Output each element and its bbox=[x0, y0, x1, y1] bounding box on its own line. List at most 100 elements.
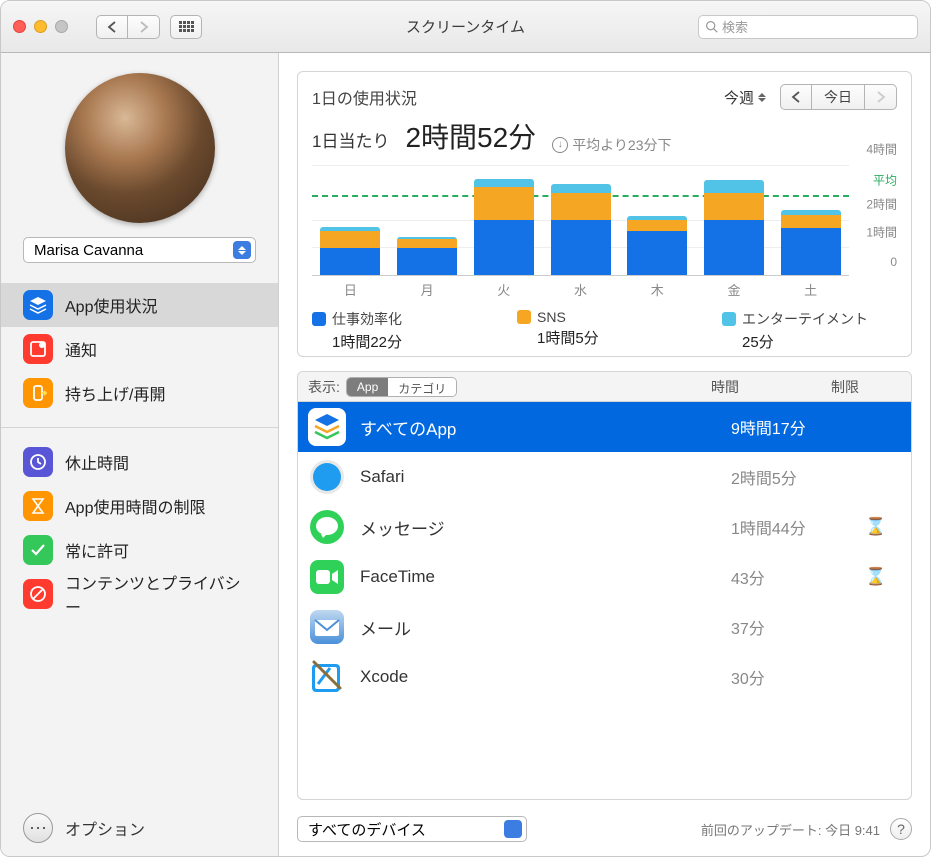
y-tick-label: 4時間 bbox=[866, 141, 897, 158]
legend-entry: SNS bbox=[517, 309, 692, 325]
app-name: FaceTime bbox=[360, 567, 731, 587]
app-row[interactable]: Xcode30分 bbox=[298, 652, 911, 702]
search-input[interactable]: 検索 bbox=[698, 15, 918, 39]
date-today-button[interactable]: 今日 bbox=[812, 84, 865, 110]
y-tick-label: 1時間 bbox=[866, 223, 897, 240]
user-select-label: Marisa Cavanna bbox=[34, 242, 143, 259]
sidebar-item[interactable]: 通知 bbox=[1, 327, 278, 371]
legend-entry: 仕事効率化 bbox=[312, 309, 487, 329]
grid-icon bbox=[179, 21, 194, 32]
app-table-panel: 表示: App カテゴリ 時間 制限 すべてのApp9時間17分Safari2時… bbox=[297, 371, 912, 800]
user-select[interactable]: Marisa Cavanna bbox=[23, 237, 256, 263]
check-icon bbox=[23, 535, 53, 565]
app-name: Safari bbox=[360, 467, 731, 487]
bell-square-icon bbox=[23, 334, 53, 364]
date-prev-button[interactable] bbox=[780, 84, 812, 110]
usage-section-title: 1日の使用状況 bbox=[312, 85, 417, 109]
window-title: スクリーンタイム bbox=[406, 16, 525, 37]
chevron-left-icon bbox=[791, 91, 801, 103]
sidebar-divider bbox=[1, 427, 278, 428]
app-name: Xcode bbox=[360, 667, 731, 687]
app-time: 30分 bbox=[731, 665, 851, 689]
legend-value: 1時間22分 bbox=[332, 331, 487, 352]
sidebar-item-label: 常に許可 bbox=[65, 538, 129, 562]
x-tick-label: 日 bbox=[312, 280, 389, 299]
week-select-label: 今週 bbox=[724, 87, 754, 108]
x-tick-label: 月 bbox=[389, 280, 466, 299]
x-tick-label: 水 bbox=[542, 280, 619, 299]
y-tick-label: 0 bbox=[890, 255, 897, 269]
nosign-icon bbox=[23, 579, 53, 609]
app-time: 43分 bbox=[731, 565, 851, 589]
view-segment-control[interactable]: App カテゴリ bbox=[346, 377, 457, 397]
device-select[interactable]: すべてのデバイス bbox=[297, 816, 527, 842]
x-tick-label: 土 bbox=[772, 280, 849, 299]
sidebar-item[interactable]: 持ち上げ/再開 bbox=[1, 371, 278, 415]
legend-entry: エンターテイメント bbox=[722, 309, 897, 329]
x-tick-label: 木 bbox=[619, 280, 696, 299]
nav-back-button[interactable] bbox=[96, 15, 128, 39]
chevron-updown-icon bbox=[504, 820, 522, 838]
sidebar-item[interactable]: 常に許可 bbox=[1, 528, 278, 572]
safari-icon bbox=[308, 458, 346, 496]
options-label: オプション bbox=[65, 816, 145, 840]
last-update-label: 前回のアップデート: 今日 9:41 bbox=[701, 820, 880, 839]
titlebar: スクリーンタイム 検索 bbox=[1, 1, 930, 53]
usage-panel: 1日の使用状況 今週 今日 1日当たり 2時間52分 ↓ bbox=[297, 71, 912, 357]
arrow-down-circle-icon: ↓ bbox=[552, 137, 568, 153]
window-minimize-button[interactable] bbox=[34, 20, 47, 33]
legend-swatch-icon bbox=[517, 310, 531, 324]
summary-prefix: 1日当たり bbox=[312, 127, 389, 152]
app-time: 2時間5分 bbox=[731, 465, 851, 489]
legend-swatch-icon bbox=[722, 312, 736, 326]
app-row[interactable]: メッセージ1時間44分⌛ bbox=[298, 502, 911, 552]
legend-value: 25分 bbox=[742, 331, 897, 352]
facetime-icon bbox=[308, 558, 346, 596]
user-avatar[interactable] bbox=[65, 73, 215, 223]
date-next-button[interactable] bbox=[865, 84, 897, 110]
xcode-icon bbox=[308, 658, 346, 696]
app-time: 37分 bbox=[731, 615, 851, 639]
week-select[interactable]: 今週 bbox=[720, 85, 770, 110]
window-zoom-button[interactable] bbox=[55, 20, 68, 33]
column-header-limit: 制限 bbox=[831, 377, 901, 397]
help-button[interactable]: ? bbox=[890, 818, 912, 840]
app-row[interactable]: すべてのApp9時間17分 bbox=[298, 402, 911, 452]
sidebar-item[interactable]: 休止時間 bbox=[1, 440, 278, 484]
segment-app[interactable]: App bbox=[347, 378, 388, 396]
app-name: すべてのApp bbox=[360, 415, 731, 440]
device-select-label: すべてのデバイス bbox=[308, 819, 426, 840]
app-row[interactable]: Safari2時間5分 bbox=[298, 452, 911, 502]
legend-value: 1時間5分 bbox=[537, 327, 692, 348]
app-row[interactable]: FaceTime43分⌛ bbox=[298, 552, 911, 602]
options-button[interactable]: ⋯ bbox=[23, 813, 53, 843]
sidebar-item-label: 持ち上げ/再開 bbox=[65, 381, 165, 405]
nav-forward-button[interactable] bbox=[128, 15, 160, 39]
app-name: メール bbox=[360, 615, 731, 640]
usage-chart: 4時間平均2時間1時間0 bbox=[312, 166, 897, 276]
table-show-label: 表示: bbox=[308, 377, 340, 397]
mail-icon bbox=[308, 608, 346, 646]
stack-icon bbox=[23, 290, 53, 320]
app-row[interactable]: メール37分 bbox=[298, 602, 911, 652]
column-header-time: 時間 bbox=[711, 377, 831, 397]
y-tick-label: 2時間 bbox=[866, 196, 897, 213]
x-tick-label: 火 bbox=[465, 280, 542, 299]
segment-category[interactable]: カテゴリ bbox=[388, 378, 456, 396]
sidebar-item[interactable]: App使用時間の制限 bbox=[1, 484, 278, 528]
hourglass-icon bbox=[23, 491, 53, 521]
x-tick-label: 金 bbox=[696, 280, 773, 299]
sidebar-item-label: App使用状況 bbox=[65, 293, 157, 317]
window-close-button[interactable] bbox=[13, 20, 26, 33]
clock-icon bbox=[23, 447, 53, 477]
app-name: メッセージ bbox=[360, 515, 731, 540]
show-all-button[interactable] bbox=[170, 15, 202, 39]
app-limit: ⌛ bbox=[851, 567, 901, 587]
sidebar-item[interactable]: App使用状況 bbox=[1, 283, 278, 327]
app-time: 9時間17分 bbox=[731, 415, 851, 439]
sidebar-item-label: App使用時間の制限 bbox=[65, 494, 205, 518]
y-tick-label: 平均 bbox=[873, 172, 897, 189]
sidebar-item[interactable]: コンテンツとプライバシー bbox=[1, 572, 278, 616]
pickup-icon bbox=[23, 378, 53, 408]
search-placeholder: 検索 bbox=[722, 17, 748, 36]
